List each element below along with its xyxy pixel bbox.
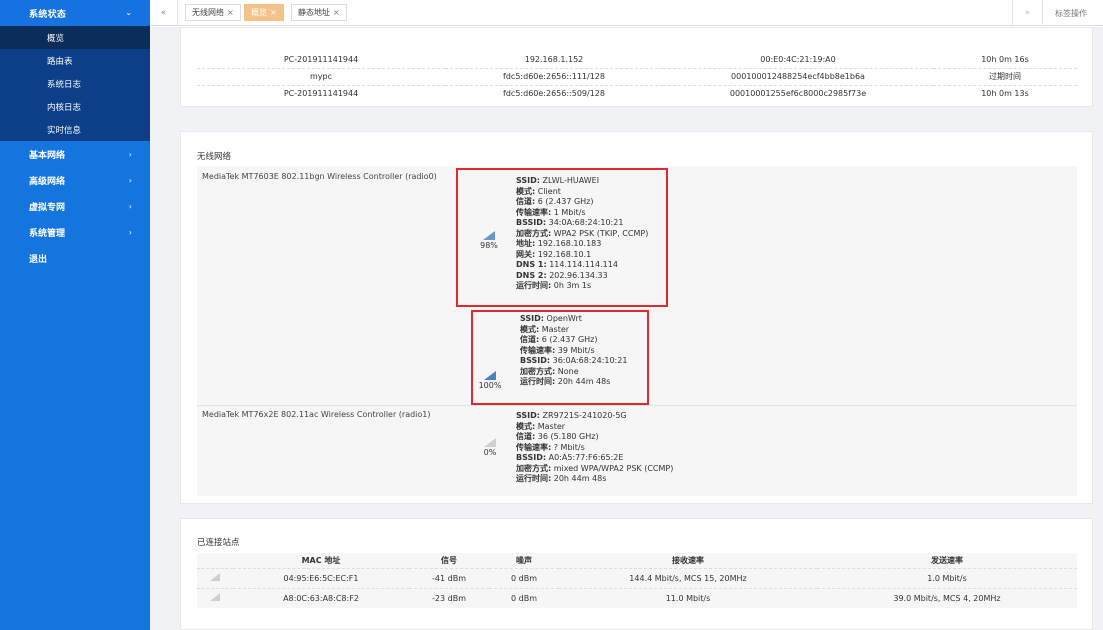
panel-title: 无线网络 (197, 152, 232, 162)
highlight-box (456, 168, 668, 307)
radio-name: MediaTek MT7603E 802.11bgn Wireless Cont… (202, 172, 437, 181)
sidebar-item-system[interactable]: 系统管理 › (0, 219, 150, 245)
chevron-down-icon: ⌄ (125, 8, 132, 17)
signal-cell: -41 dBm (409, 567, 489, 588)
tab-label: 概览 (251, 8, 267, 17)
main-content: PC-201911141944 192.168.1.152 00:E0:4C:2… (150, 27, 1103, 630)
hostname-cell: PC-201911141944 (283, 54, 359, 64)
table-row: 04:95:E6:5C:EC:F1 -41 dBm 0 dBm 144.4 Mb… (197, 567, 1077, 588)
sidebar-item-syslog[interactable]: 系统日志 (0, 72, 150, 95)
sidebar: 系统状态 ⌄ 概览 路由表 系统日志 内核日志 实时信息 基本网络 › 高级网络… (0, 0, 150, 630)
net-line: 运行时间: 20h 44m 48s (516, 474, 607, 483)
sidebar-item-logout[interactable]: 退出 (0, 245, 150, 271)
tab-ops-label: 标签操作 (1055, 8, 1087, 18)
sidebar-submenu: 概览 路由表 系统日志 内核日志 实时信息 (0, 26, 150, 141)
associated-stations-panel: 已连接站点 MAC 地址 信号 噪声 接收速率 发送速率 04:95:E6:5C… (180, 518, 1093, 630)
tab-label: 静态地址 (298, 8, 330, 17)
signal-icon (197, 567, 233, 588)
chevron-right-icon: › (128, 150, 132, 159)
tab-label: 无线网络 (192, 8, 224, 17)
signal-indicator: 0% (477, 438, 503, 457)
noise-cell: 0 dBm (489, 567, 559, 588)
net-line: 信道: 36 (5.180 GHz) (516, 432, 599, 441)
wireless-table: MediaTek MT7603E 802.11bgn Wireless Cont… (197, 166, 1077, 496)
mac-cell: 04:95:E6:5C:EC:F1 (233, 567, 409, 588)
close-icon[interactable]: × (227, 8, 234, 17)
tab-overview[interactable]: 概览 × (244, 4, 284, 21)
radio-divider (197, 405, 1077, 406)
sidebar-item-basic-network[interactable]: 基本网络 › (0, 141, 150, 167)
mac-duid-cell: 00:E0:4C:21:19:A0 (760, 54, 836, 64)
net-line: SSID: ZR9721S-241020-5G (516, 411, 627, 420)
col-header: 接收速率 (672, 555, 704, 565)
col-header (197, 553, 233, 568)
table-header-row: MAC 地址 信号 噪声 接收速率 发送速率 (197, 553, 1077, 568)
hosts-panel: PC-201911141944 192.168.1.152 00:E0:4C:2… (180, 27, 1093, 107)
close-icon[interactable]: × (270, 8, 277, 17)
net-line: 加密方式: mixed WPA/WPA2 PSK (CCMP) (516, 463, 674, 473)
chevron-right-icon: › (128, 228, 132, 237)
tab-static-address[interactable]: 静态地址 × (291, 4, 347, 21)
close-icon[interactable]: × (333, 8, 340, 17)
hostname-cell: mypc (197, 67, 445, 85)
sidebar-item-routes[interactable]: 路由表 (0, 49, 150, 72)
table-row: A8:0C:63:A8:C8:F2 -23 dBm 0 dBm 11.0 Mbi… (197, 587, 1077, 608)
hosts-table: PC-201911141944 192.168.1.152 00:E0:4C:2… (197, 51, 1077, 102)
stations-table: MAC 地址 信号 噪声 接收速率 发送速率 04:95:E6:5C:EC:F1… (197, 553, 1077, 608)
lease-cell: 10h 0m 16s (981, 54, 1029, 64)
scroll-right-icon[interactable]: » (1012, 0, 1042, 26)
col-header: MAC 地址 (301, 555, 341, 565)
chevron-right-icon: › (128, 202, 132, 211)
tab-wireless[interactable]: 无线网络 × (185, 4, 241, 21)
sidebar-item-realtime[interactable]: 实时信息 (0, 118, 150, 141)
net-line: 传输速率: ? Mbit/s (516, 442, 585, 452)
address-cell: fdc5:d60e:2656::111/128 (445, 67, 663, 85)
sidebar-item-overview[interactable]: 概览 (0, 26, 150, 49)
lease-cell: 过期时间 (933, 67, 1077, 85)
sidebar-section-label: 系统状态 (29, 9, 67, 20)
sidebar-group-label: 虚拟专网 (29, 202, 66, 213)
sidebar-section-status[interactable]: 系统状态 ⌄ (0, 0, 150, 26)
col-header: 噪声 (516, 555, 532, 565)
hostname-cell: PC-201911141944 (197, 84, 445, 102)
sidebar-item-advanced-network[interactable]: 高级网络 › (0, 167, 150, 193)
address-cell: fdc5:d60e:2656::509/128 (445, 84, 663, 102)
mac-duid-cell: 000100012488254ecf4bb8e1b6a (663, 67, 933, 85)
signal-bars-icon (484, 438, 496, 447)
col-header: 发送速率 (931, 555, 963, 565)
noise-cell: 0 dBm (489, 587, 559, 608)
scroll-left-icon[interactable]: « (150, 0, 178, 26)
chevron-right-icon: › (128, 176, 132, 185)
table-row: mypc fdc5:d60e:2656::111/128 00010001248… (197, 67, 1077, 85)
net-line: 模式: Master (516, 421, 566, 431)
signal-icon (197, 587, 233, 608)
sidebar-group-label: 退出 (29, 254, 48, 265)
tab-bar: « 无线网络 × 概览 × 静态地址 × » 标签操作 (150, 0, 1103, 26)
tx-rate-cell: 1.0 Mbit/s (817, 567, 1077, 588)
panel-title: 已连接站点 (197, 538, 240, 548)
network-details: SSID: ZR9721S-241020-5G 模式: Master 信道: 3… (516, 411, 673, 485)
lease-cell: 10h 0m 13s (933, 84, 1077, 102)
rx-rate-cell: 11.0 Mbit/s (559, 587, 817, 608)
mac-cell: A8:0C:63:A8:C8:F2 (233, 587, 409, 608)
sidebar-item-kernel-log[interactable]: 内核日志 (0, 95, 150, 118)
radio-name: MediaTek MT76x2E 802.11ac Wireless Contr… (202, 410, 431, 419)
table-row: PC-201911141944 fdc5:d60e:2656::509/128 … (197, 84, 1077, 102)
sidebar-group-label: 基本网络 (29, 150, 66, 161)
mac-duid-cell: 00010001255ef6c8000c2985f73e (663, 84, 933, 102)
sidebar-item-vpn[interactable]: 虚拟专网 › (0, 193, 150, 219)
tx-rate-cell: 39.0 Mbit/s, MCS 4, 20MHz (817, 587, 1077, 608)
tab-ops-menu[interactable]: 标签操作 (1042, 0, 1103, 26)
wireless-panel: 无线网络 MediaTek MT7603E 802.11bgn Wireless… (180, 131, 1093, 504)
net-line: BSSID: A0:A5:77:F6:65:2E (516, 453, 624, 462)
address-cell: 192.168.1.152 (524, 54, 584, 64)
sidebar-group-label: 系统管理 (29, 228, 66, 239)
col-header: 信号 (441, 555, 457, 565)
rx-rate-cell: 144.4 Mbit/s, MCS 15, 20MHz (559, 567, 817, 588)
signal-cell: -23 dBm (409, 587, 489, 608)
signal-strength: 0% (483, 448, 497, 457)
sidebar-group-label: 高级网络 (29, 176, 66, 187)
highlight-box (471, 310, 649, 405)
table-row: PC-201911141944 192.168.1.152 00:E0:4C:2… (197, 51, 1077, 68)
